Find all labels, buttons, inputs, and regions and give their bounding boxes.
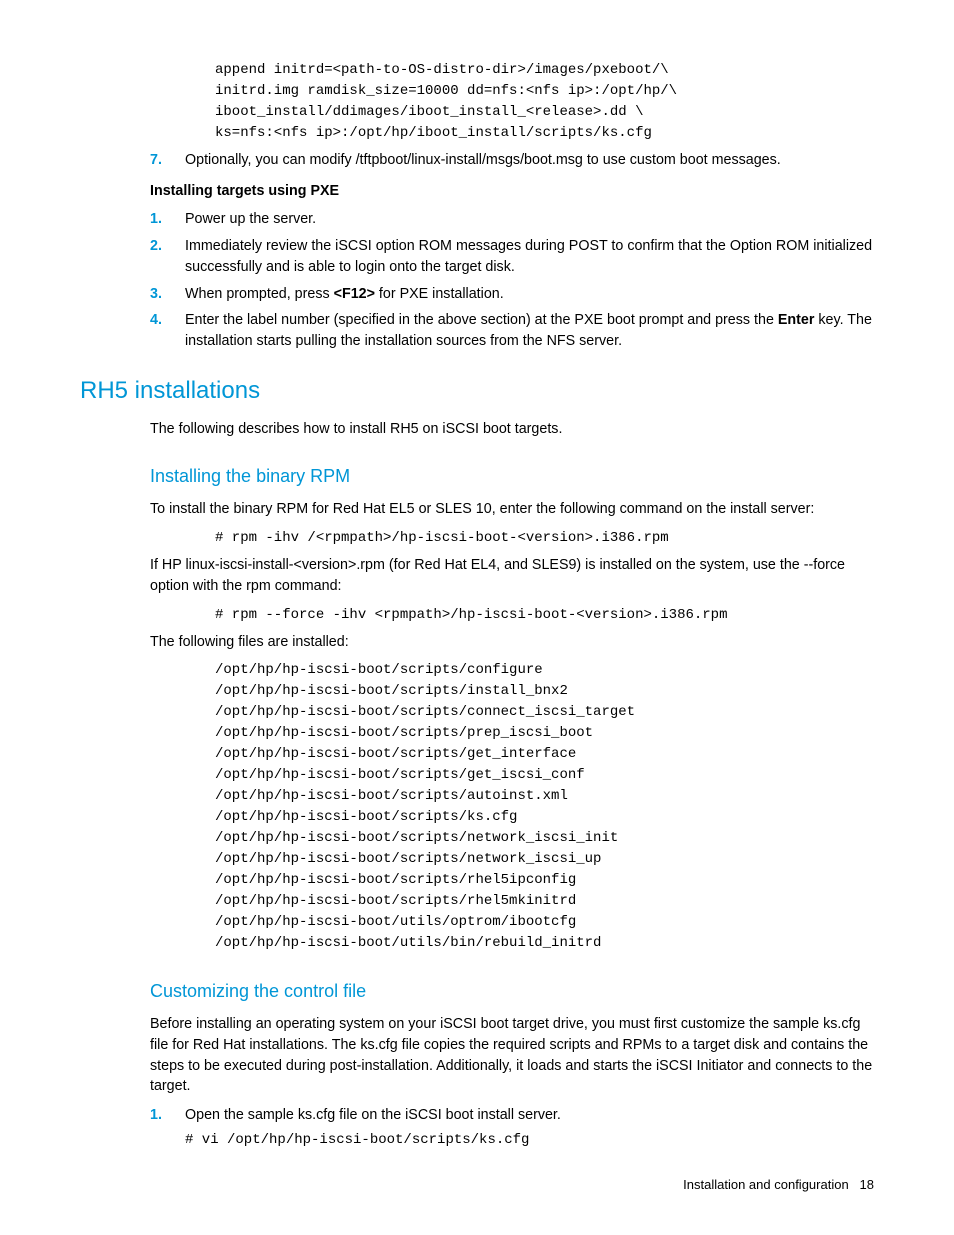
heading-rh5-installations: RH5 installations: [80, 374, 874, 409]
paragraph: Before installing an operating system on…: [150, 1014, 874, 1097]
paragraph: If HP linux-iscsi-install-<version>.rpm …: [150, 555, 874, 596]
list-item: 1. Open the sample ks.cfg file on the iS…: [150, 1105, 874, 1151]
code-file-list: /opt/hp/hp-iscsi-boot/scripts/configure …: [215, 660, 874, 954]
step-text: When prompted, press <F12> for PXE insta…: [185, 286, 504, 302]
page-container: append initrd=<path-to-OS-distro-dir>/im…: [0, 0, 954, 1197]
paragraph: The following files are installed:: [150, 632, 874, 653]
code-vi-command: # vi /opt/hp/hp-iscsi-boot/scripts/ks.cf…: [185, 1130, 874, 1151]
list-item: 3. When prompted, press <F12> for PXE in…: [150, 284, 874, 305]
paragraph: To install the binary RPM for Red Hat EL…: [150, 499, 874, 520]
step-text: Enter the label number (specified in the…: [185, 312, 872, 349]
code-rpm-force: # rpm --force -ihv <rpmpath>/hp-iscsi-bo…: [215, 605, 874, 626]
step-text: Open the sample ks.cfg file on the iSCSI…: [185, 1107, 561, 1123]
footer-section: Installation and configuration: [683, 1177, 849, 1192]
step-text: Immediately review the iSCSI option ROM …: [185, 238, 872, 275]
ordered-list-ctl: 1. Open the sample ks.cfg file on the iS…: [150, 1105, 874, 1151]
code-block-append: append initrd=<path-to-OS-distro-dir>/im…: [215, 60, 874, 144]
heading-installing-rpm: Installing the binary RPM: [150, 463, 874, 489]
heading-customizing-control-file: Customizing the control file: [150, 978, 874, 1004]
step-number: 1.: [150, 209, 162, 230]
step-number: 7.: [150, 150, 162, 171]
step-number: 3.: [150, 284, 162, 305]
step-number: 1.: [150, 1105, 162, 1126]
footer-page-number: 18: [860, 1177, 874, 1192]
ordered-list-pxe: 1. Power up the server. 2. Immediately r…: [150, 209, 874, 351]
step-number: 4.: [150, 310, 162, 331]
subheading-pxe: Installing targets using PXE: [150, 181, 874, 202]
paragraph: The following describes how to install R…: [150, 419, 874, 440]
list-item: 4. Enter the label number (specified in …: [150, 310, 874, 351]
step-text: Optionally, you can modify /tftpboot/lin…: [185, 152, 781, 168]
step-number: 2.: [150, 236, 162, 257]
code-rpm-install: # rpm -ihv /<rpmpath>/hp-iscsi-boot-<ver…: [215, 528, 874, 549]
list-item: 1. Power up the server.: [150, 209, 874, 230]
step-text: Power up the server.: [185, 211, 316, 227]
list-item: 2. Immediately review the iSCSI option R…: [150, 236, 874, 277]
list-item: 7. Optionally, you can modify /tftpboot/…: [150, 150, 874, 171]
ordered-list-top: 7. Optionally, you can modify /tftpboot/…: [150, 150, 874, 171]
page-footer: Installation and configuration 18: [683, 1176, 874, 1195]
